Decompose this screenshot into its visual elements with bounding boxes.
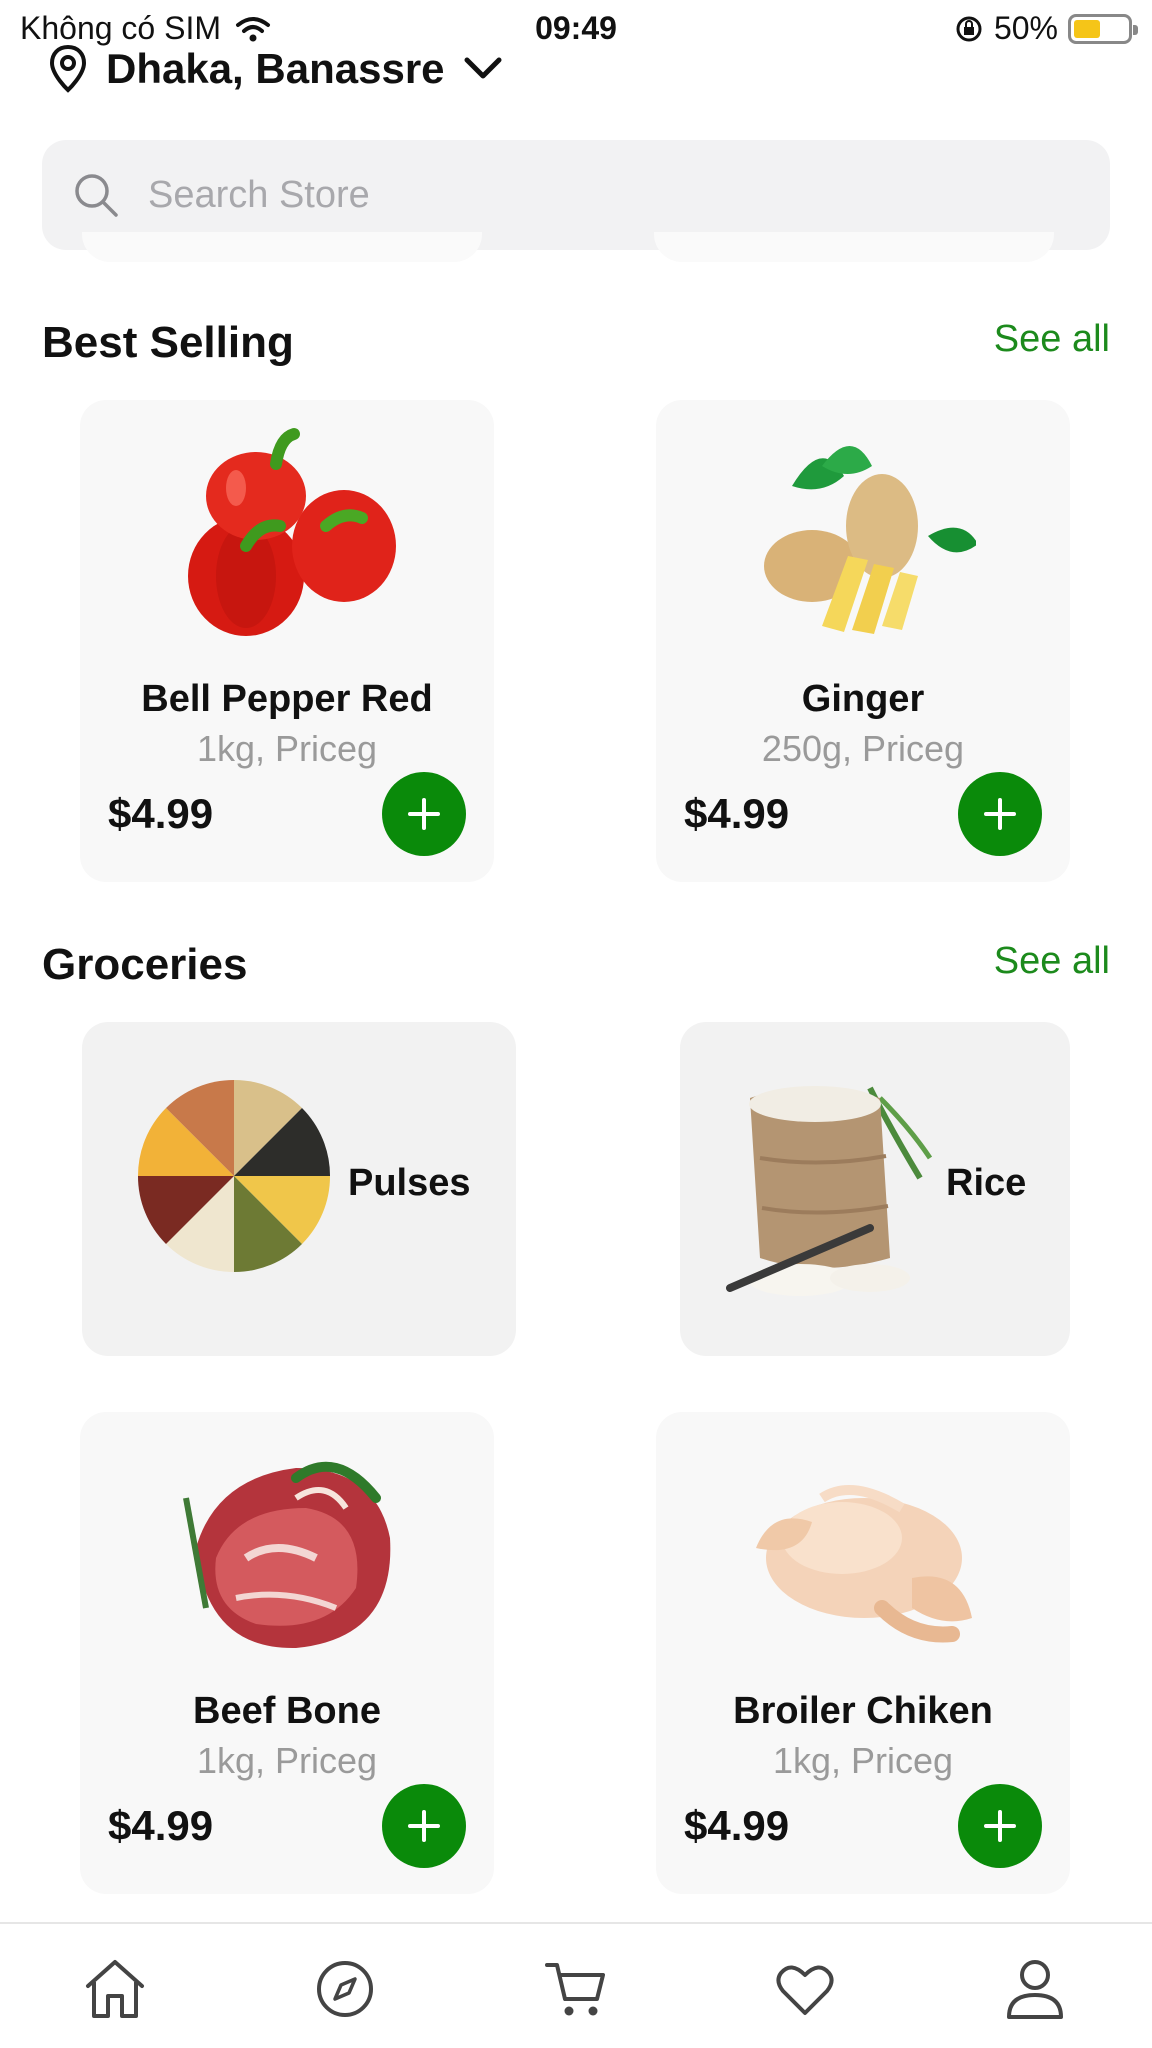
favourite-icon — [776, 1965, 834, 2015]
category-card-rice[interactable]: Rice — [680, 1022, 1070, 1356]
section-title-best-selling: Best Selling — [42, 318, 294, 367]
product-desc: 250g, Priceg — [761, 728, 965, 769]
account-icon — [1007, 1960, 1063, 2019]
product-price: $4.99 — [684, 790, 790, 837]
plus-icon — [408, 798, 440, 830]
category-label: Pulses — [348, 1162, 471, 1204]
ginger-image — [764, 446, 976, 634]
tab-cart[interactable] — [540, 1954, 610, 2024]
scrolled-card-right — [654, 232, 1054, 262]
battery-icon — [1068, 13, 1138, 44]
tab-home[interactable] — [80, 1954, 150, 2024]
tab-explore[interactable] — [310, 1954, 380, 2024]
status-right: 50% — [954, 10, 1138, 47]
see-all-groceries[interactable]: See all — [994, 940, 1110, 983]
add-to-cart-button[interactable] — [382, 1784, 466, 1868]
broiler-chicken-image — [756, 1485, 972, 1643]
product-name: Bell Pepper Red — [141, 678, 433, 720]
tab-favourite[interactable] — [770, 1954, 840, 2024]
cart-icon — [545, 1963, 605, 2016]
search-input[interactable] — [148, 173, 948, 217]
product-desc: 1kg, Priceg — [196, 728, 378, 769]
add-to-cart-button[interactable] — [382, 772, 466, 856]
product-card-bell-pepper[interactable]: Bell Pepper Red 1kg, Priceg $4.99 — [80, 400, 494, 882]
category-label: Rice — [946, 1162, 1027, 1204]
product-price: $4.99 — [108, 1802, 214, 1849]
product-desc: 1kg, Priceg — [196, 1740, 378, 1781]
pulses-image — [137, 1079, 331, 1273]
product-price: $4.99 — [684, 1802, 790, 1849]
plus-icon — [984, 1810, 1016, 1842]
product-card-ginger[interactable]: Ginger 250g, Priceg $4.99 — [656, 400, 1070, 882]
add-to-cart-button[interactable] — [958, 772, 1042, 856]
section-title-groceries: Groceries — [42, 940, 248, 989]
search-icon — [75, 174, 118, 217]
location-selector[interactable]: Dhaka, Banassre — [48, 44, 503, 94]
location-label: Dhaka, Banassre — [106, 45, 445, 92]
product-price: $4.99 — [108, 790, 214, 837]
bell-pepper-image — [188, 428, 396, 636]
plus-icon — [984, 798, 1016, 830]
orientation-lock-icon — [956, 16, 982, 41]
product-name: Broiler Chiken — [733, 1690, 993, 1732]
add-to-cart-button[interactable] — [958, 1784, 1042, 1868]
battery-percent: 50% — [993, 10, 1058, 46]
product-card-beef-bone[interactable]: Beef Bone 1kg, Priceg $4.99 — [80, 1412, 494, 1894]
see-all-best-selling[interactable]: See all — [994, 318, 1110, 361]
plus-icon — [408, 1810, 440, 1842]
beef-bone-image — [183, 1461, 391, 1649]
home-icon — [86, 1960, 144, 2018]
product-card-broiler-chicken[interactable]: Broiler Chiken 1kg, Priceg $4.99 — [656, 1412, 1070, 1894]
product-name: Beef Bone — [193, 1690, 381, 1732]
location-pin-icon — [49, 44, 87, 93]
chevron-down-icon — [464, 57, 502, 79]
product-name: Ginger — [801, 678, 925, 720]
tab-account[interactable] — [1000, 1954, 1070, 2024]
rice-image — [726, 1086, 933, 1296]
scrolled-card-left — [82, 232, 482, 262]
category-card-pulses[interactable]: Pulses — [82, 1022, 516, 1356]
product-desc: 1kg, Priceg — [772, 1740, 954, 1781]
tab-bar — [0, 1922, 1152, 2048]
explore-icon — [317, 1961, 373, 2017]
